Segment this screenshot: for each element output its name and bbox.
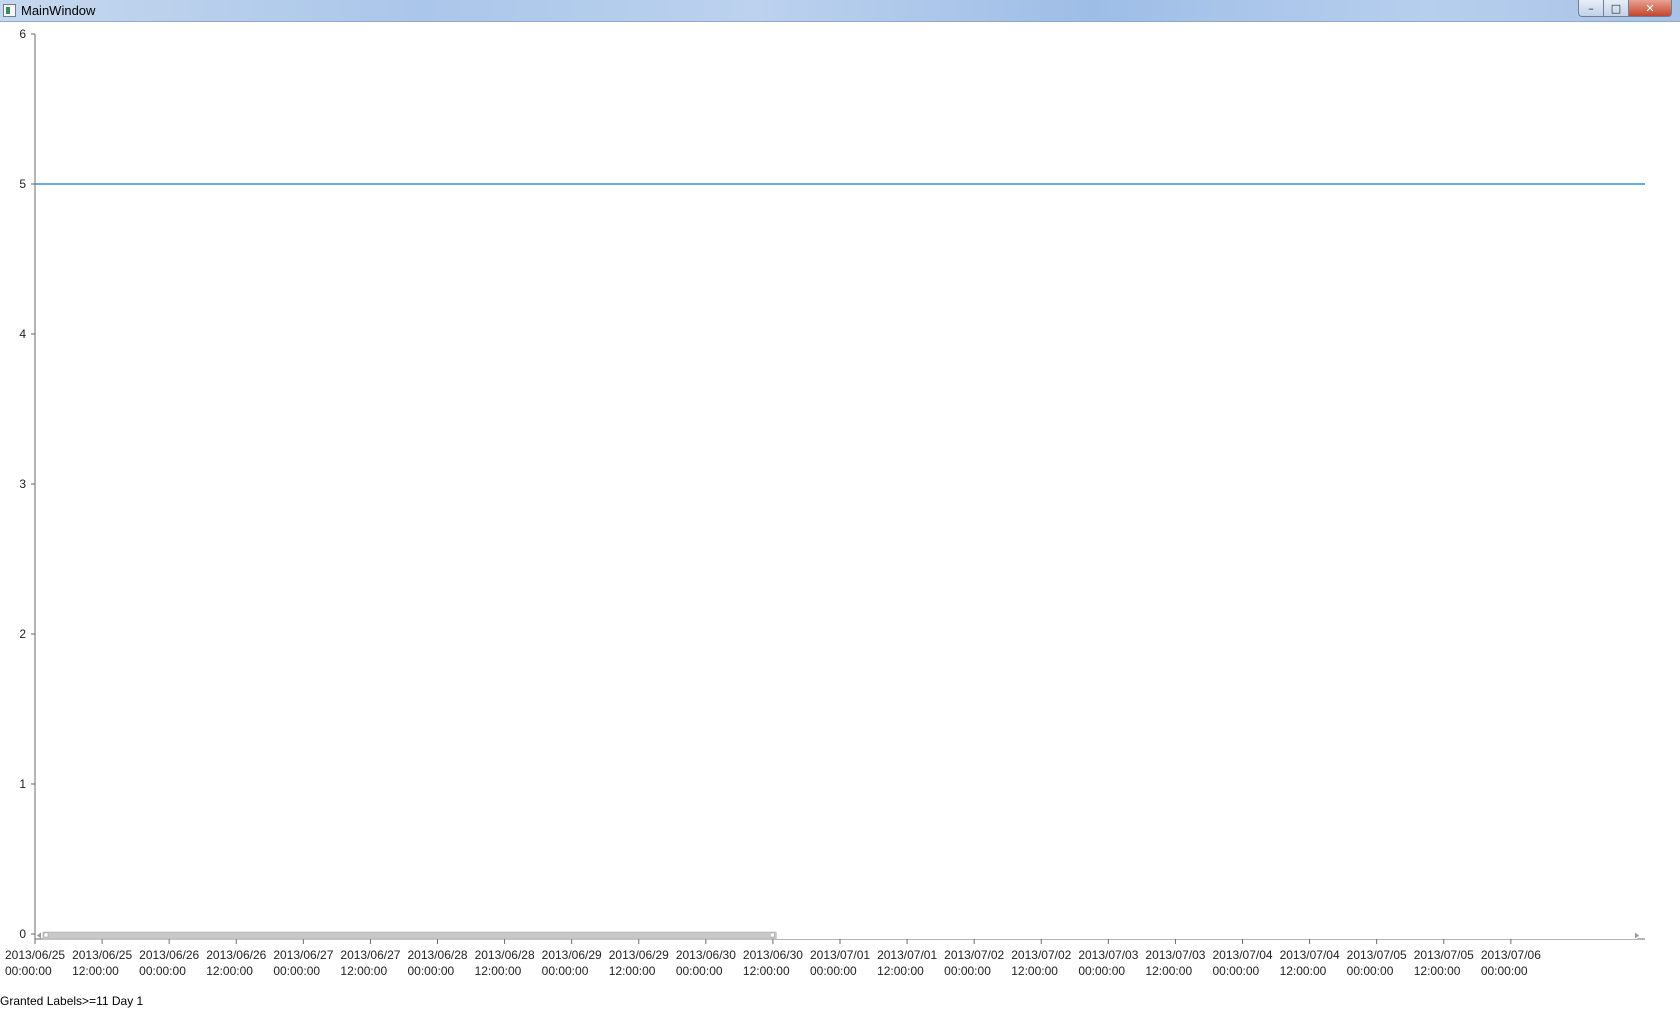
window-title: MainWindow [21, 3, 96, 18]
x-tick-label: 2013/07/06 00:00:00 [1481, 948, 1541, 978]
x-tick-label: 2013/06/30 00:00:00 [676, 948, 736, 978]
y-tick-label: 4 [19, 327, 26, 341]
maximize-button[interactable]: □ [1603, 0, 1629, 17]
x-tick-label: 2013/06/26 00:00:00 [139, 948, 199, 978]
scroll-left-arrow-icon[interactable] [37, 932, 41, 939]
y-tick-label: 2 [19, 627, 26, 641]
x-tick-label: 2013/06/29 00:00:00 [542, 948, 602, 978]
x-tick-label: 2013/06/28 00:00:00 [408, 948, 468, 978]
app-icon[interactable] [3, 4, 16, 17]
x-tick-label: 2013/07/05 12:00:00 [1414, 948, 1474, 978]
x-tick-label: 2013/06/27 12:00:00 [340, 948, 400, 978]
x-tick-label: 2013/07/03 00:00:00 [1078, 948, 1138, 978]
x-tick-label: 2013/07/02 00:00:00 [944, 948, 1004, 978]
x-tick-label: 2013/07/03 12:00:00 [1145, 948, 1205, 978]
line-chart: 0 1 2 3 4 5 6 2013/06/25 00:00:002013/06/25 12:00… [5, 27, 1645, 978]
x-tick-label: 2013/06/30 12:00:00 [743, 948, 803, 978]
y-tick-label: 1 [19, 777, 26, 791]
x-tick-label: 2013/06/29 12:00:00 [609, 948, 669, 978]
y-tick-label: 5 [19, 177, 26, 191]
scrollbar-thumb[interactable] [42, 931, 777, 940]
x-tick-label: 2013/06/25 00:00:00 [5, 948, 65, 978]
x-tick-label: 2013/07/04 12:00:00 [1280, 948, 1340, 978]
x-tick-label: 2013/07/01 00:00:00 [810, 948, 870, 978]
x-tick-label: 2013/07/02 12:00:00 [1011, 948, 1071, 978]
y-tick-label: 0 [19, 927, 26, 941]
scrollbar-right-grip[interactable] [769, 932, 775, 938]
y-tick-label: 6 [19, 27, 26, 41]
close-button[interactable]: ✕ [1628, 0, 1672, 17]
x-tick-label: 2013/07/04 00:00:00 [1213, 948, 1273, 978]
x-tick-label: 2013/07/01 12:00:00 [877, 948, 937, 978]
window-controls: – □ ✕ [1578, 0, 1672, 18]
y-tick-label: 3 [19, 477, 26, 491]
title-bar[interactable]: MainWindow – □ ✕ [0, 0, 1680, 22]
x-tick-label: 2013/07/05 00:00:00 [1347, 948, 1407, 978]
x-tick-label: 2013/06/28 12:00:00 [475, 948, 535, 978]
x-tick-label: 2013/06/27 00:00:00 [273, 948, 333, 978]
status-text: Granted Labels>=11 Day 1 [0, 994, 144, 1008]
x-tick-label: 2013/06/25 12:00:00 [72, 948, 132, 978]
scrollbar-left-grip[interactable] [43, 932, 49, 938]
minimize-button[interactable]: – [1578, 0, 1604, 17]
x-tick-label: 2013/06/26 12:00:00 [206, 948, 266, 978]
